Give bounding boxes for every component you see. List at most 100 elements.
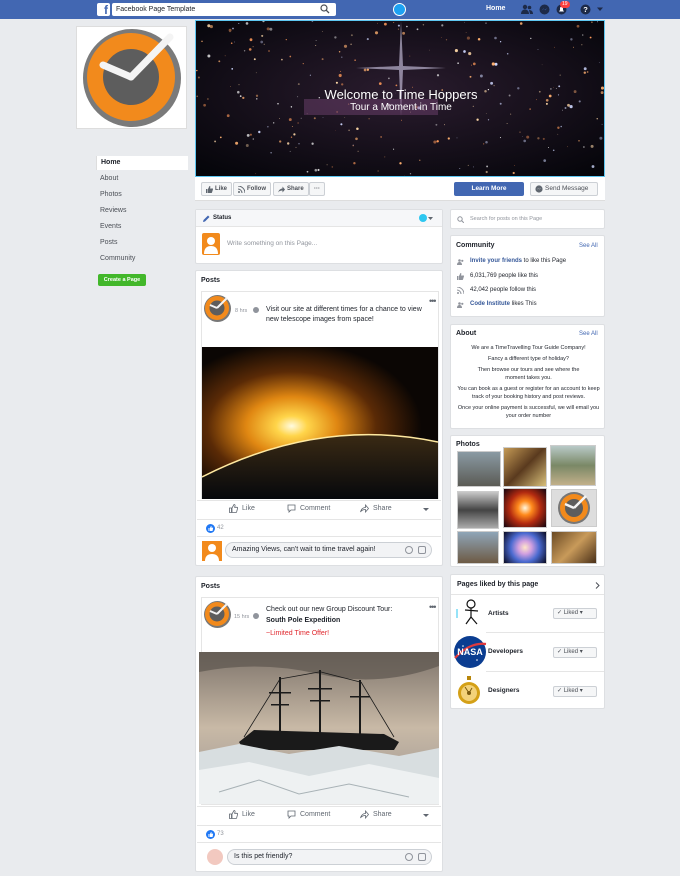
artists-page-avatar[interactable]	[456, 598, 482, 626]
cover-star	[291, 125, 293, 128]
search-input[interactable]: Facebook Page Template	[112, 3, 336, 16]
post-like-button[interactable]: Like	[229, 810, 255, 819]
page-search-box[interactable]: Search for posts on this Page	[450, 209, 605, 229]
cover-star	[590, 144, 594, 148]
post-comment-button[interactable]: Comment	[287, 504, 330, 513]
friends-icon[interactable]	[521, 4, 533, 15]
code-institute-link[interactable]: Code Institute	[470, 301, 510, 307]
post-comment-button[interactable]: Comment	[287, 810, 330, 819]
page-like-button[interactable]: Like	[201, 182, 233, 196]
post-options-icon[interactable]: •••	[429, 602, 437, 612]
designers-liked-button[interactable]: ✓ Liked ▾	[553, 686, 597, 697]
cover-star	[543, 159, 547, 162]
audience-globe-icon[interactable]	[419, 214, 427, 222]
photo-thumb-street[interactable]	[457, 491, 499, 529]
home-link[interactable]: Home	[486, 5, 505, 12]
emoji-icon[interactable]	[405, 546, 413, 554]
cover-star	[228, 28, 232, 32]
designers-page-avatar[interactable]	[456, 675, 482, 707]
messenger-icon[interactable]	[539, 4, 550, 15]
reaction-count[interactable]: 42	[217, 525, 224, 531]
tour-name[interactable]: South Pole Expedition	[266, 617, 340, 624]
cover-star	[261, 34, 264, 37]
developers-page-avatar[interactable]: NASA	[453, 634, 487, 670]
cover-star	[465, 32, 467, 34]
photo-thumb-ships[interactable]	[457, 451, 501, 487]
search-icon[interactable]	[320, 4, 330, 14]
reaction-count[interactable]: 73	[217, 831, 224, 837]
create-page-button[interactable]: Create a Page	[98, 274, 146, 286]
artists-page-name[interactable]: Artists	[488, 610, 509, 617]
notification-count-badge: 19	[560, 1, 570, 8]
like-reaction-icon[interactable]	[206, 524, 215, 533]
photo-thumb-city[interactable]	[457, 531, 499, 564]
photo-thumb-logo[interactable]	[551, 489, 597, 527]
cover-star	[252, 138, 255, 140]
designers-page-name[interactable]: Designers	[488, 687, 519, 694]
about-title: About	[456, 330, 477, 337]
page-share-label: Share	[287, 186, 304, 192]
post-timestamp[interactable]: 15 hrs	[234, 614, 249, 620]
search-icon	[457, 216, 464, 223]
sticker-icon[interactable]	[418, 853, 426, 861]
like-reaction-icon[interactable]	[206, 830, 215, 839]
comment-input[interactable]: Amazing Views, can't wait to time travel…	[225, 542, 432, 558]
cover-photo[interactable]: Welcome to Time Hoppers Tour a Moment in…	[195, 20, 605, 177]
page-share-button[interactable]: Share	[273, 182, 309, 196]
post-options-icon[interactable]: •••	[429, 296, 437, 306]
more-dots-label: ···	[314, 186, 320, 192]
chevron-right-icon[interactable]	[595, 582, 600, 589]
sidebar-item-posts[interactable]: Posts	[96, 236, 188, 250]
post-image-sunrise[interactable]	[202, 347, 438, 499]
photo-thumb-nebula[interactable]	[503, 531, 547, 564]
post-author-avatar[interactable]	[203, 600, 232, 629]
emoji-icon[interactable]	[405, 853, 413, 861]
about-see-all-link[interactable]: See All	[579, 331, 598, 337]
page-more-button[interactable]: ···	[309, 182, 325, 196]
community-see-all-link[interactable]: See All	[579, 243, 598, 249]
sidebar-item-reviews[interactable]: Reviews	[96, 204, 188, 218]
sticker-icon[interactable]	[418, 546, 426, 554]
cover-star	[559, 74, 561, 76]
comment-input[interactable]: Is this pet friendly?	[227, 849, 432, 865]
messenger-small-icon	[535, 185, 543, 193]
developers-page-name[interactable]: Developers	[488, 648, 523, 655]
profile-picture[interactable]	[76, 26, 187, 129]
share-options-chevron-icon[interactable]	[423, 813, 429, 818]
photo-thumb-firework[interactable]	[503, 488, 547, 528]
thumbs-up-outline-icon	[229, 810, 238, 819]
page-follow-button[interactable]: Follow	[233, 182, 271, 196]
post-image-ship[interactable]	[199, 652, 439, 804]
sidebar-item-community[interactable]: Community	[96, 252, 188, 266]
post-timestamp[interactable]: 8 hrs	[235, 308, 247, 314]
share-outline-icon	[360, 504, 369, 513]
photo-thumb-compass[interactable]	[551, 531, 597, 564]
comment-input-text: Is this pet friendly?	[234, 853, 293, 860]
audience-chevron-icon[interactable]	[428, 216, 433, 221]
cover-star	[469, 75, 472, 78]
cover-star	[499, 137, 502, 139]
post-share-button[interactable]: Share	[360, 504, 392, 513]
artists-liked-button[interactable]: ✓ Liked ▾	[553, 608, 597, 619]
post-share-button[interactable]: Share	[360, 810, 392, 819]
sidebar-item-events[interactable]: Events	[96, 220, 188, 234]
post-like-button[interactable]: Like	[229, 504, 255, 513]
learn-more-button[interactable]: Learn More	[454, 182, 524, 196]
photo-thumb-crowd[interactable]	[550, 445, 596, 486]
account-menu-chevron-icon[interactable]	[596, 5, 607, 16]
photo-thumb-desert[interactable]	[503, 447, 547, 487]
share-options-chevron-icon[interactable]	[423, 507, 429, 512]
status-input[interactable]: Write something on this Page...	[227, 240, 317, 247]
post-author-avatar[interactable]	[203, 294, 232, 323]
help-icon[interactable]: ?	[580, 4, 591, 15]
send-message-button[interactable]: Send Message	[530, 182, 598, 196]
cover-star	[388, 77, 390, 80]
status-tab-label[interactable]: Status	[213, 215, 231, 221]
sidebar-item-about[interactable]: About	[96, 172, 188, 186]
sidebar-item-home[interactable]: Home	[96, 156, 188, 170]
cover-star	[456, 137, 458, 139]
invite-friends-link[interactable]: Invite your friends	[470, 258, 522, 264]
developers-liked-button[interactable]: ✓ Liked ▾	[553, 647, 597, 658]
sidebar-item-photos[interactable]: Photos	[96, 188, 188, 202]
facebook-logo-icon[interactable]: f	[97, 3, 110, 16]
